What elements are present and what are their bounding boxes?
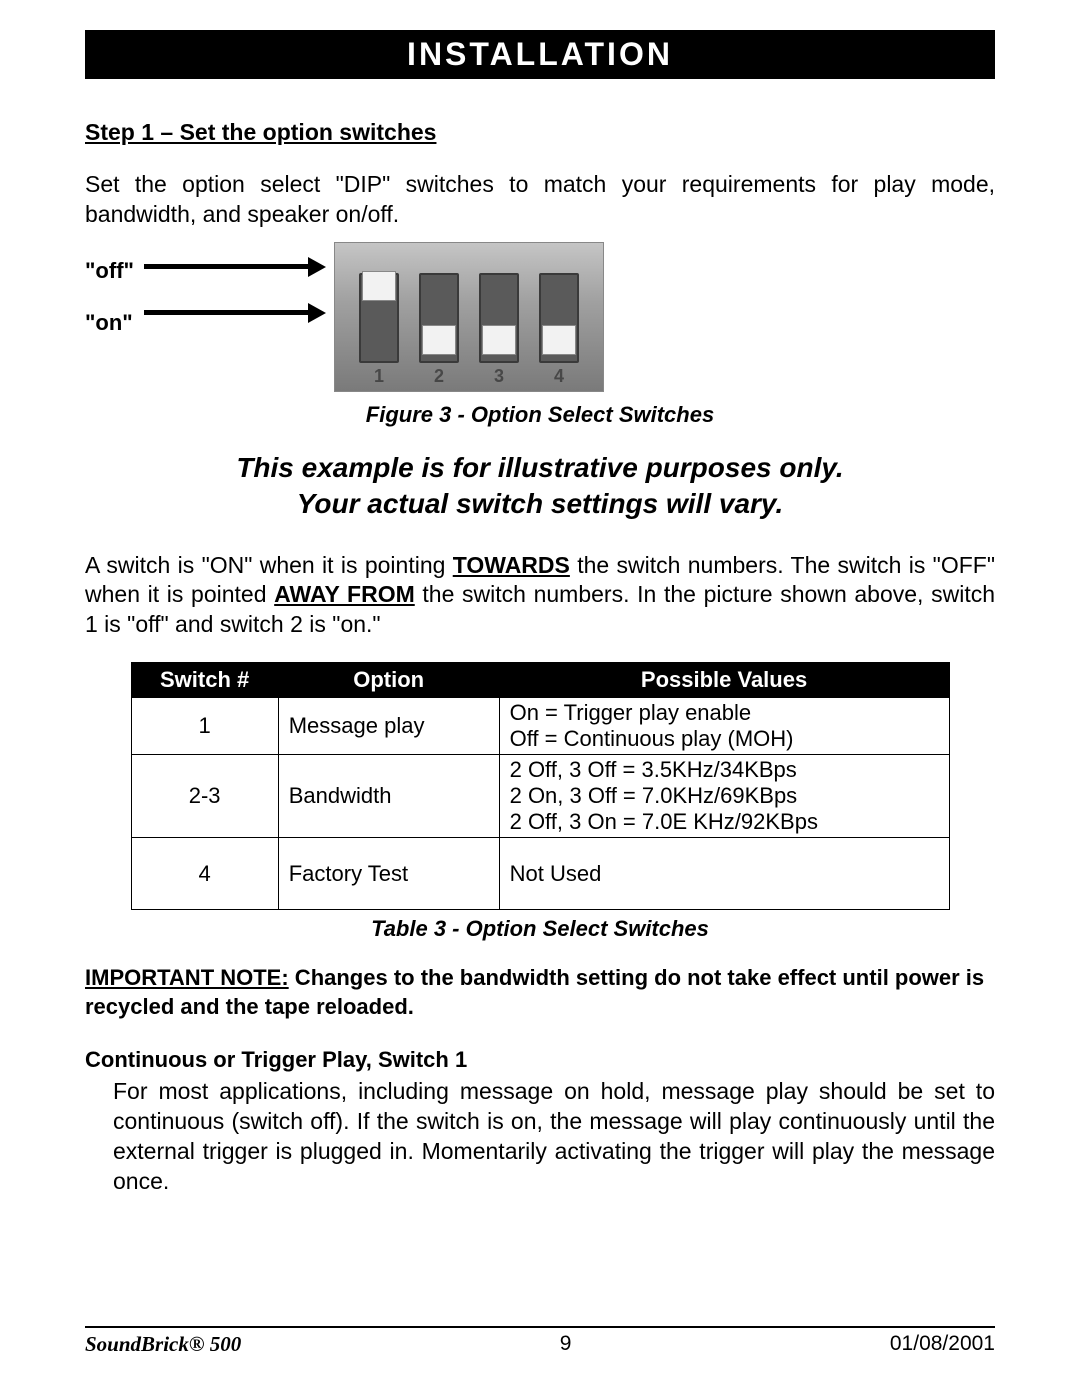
awayfrom-text: AWAY FROM: [274, 581, 415, 607]
label-off: "off": [85, 258, 134, 284]
section-banner: INSTALLATION: [85, 30, 995, 79]
footer-date: 01/08/2001: [890, 1332, 995, 1357]
continuous-heading: Continuous or Trigger Play, Switch 1: [85, 1047, 995, 1073]
table-row: 1 Message play On = Trigger play enable …: [131, 698, 949, 755]
switch-description: A switch is "ON" when it is pointing TOW…: [85, 551, 995, 641]
step1-heading: Step 1 – Set the option switches: [85, 119, 995, 146]
figure-block: "off" "on" 1 2 3 4: [85, 242, 995, 392]
table-row: 4 Factory Test Not Used: [131, 838, 949, 910]
footer-page-number: 9: [560, 1332, 572, 1357]
dip-number: 2: [434, 366, 444, 387]
th-values: Possible Values: [499, 663, 949, 698]
continuous-body: For most applications, including message…: [113, 1077, 995, 1197]
dip-switch-illustration: 1 2 3 4: [334, 242, 604, 392]
illustrative-line2: Your actual switch settings will vary.: [85, 486, 995, 522]
table-row: 2-3 Bandwidth 2 Off, 3 Off = 3.5KHz/34KB…: [131, 755, 949, 838]
label-on: "on": [85, 310, 134, 336]
table-caption: Table 3 - Option Select Switches: [85, 916, 995, 942]
dip-number: 4: [554, 366, 564, 387]
figure-caption: Figure 3 - Option Select Switches: [85, 402, 995, 428]
arrows: [144, 242, 324, 342]
illustrative-line1: This example is for illustrative purpose…: [85, 450, 995, 486]
th-option: Option: [278, 663, 499, 698]
page-footer: SoundBrick® 500 9 01/08/2001: [85, 1326, 995, 1357]
dip-number: 1: [374, 366, 384, 387]
illustrative-note: This example is for illustrative purpose…: [85, 450, 995, 523]
important-note: IMPORTANT NOTE: Changes to the bandwidth…: [85, 964, 995, 1021]
towards-text: TOWARDS: [453, 552, 570, 578]
footer-product: SoundBrick® 500: [85, 1332, 241, 1357]
switch-table: Switch # Option Possible Values 1 Messag…: [131, 662, 950, 910]
th-switchnum: Switch #: [131, 663, 278, 698]
dip-number: 3: [494, 366, 504, 387]
step1-intro: Set the option select "DIP" switches to …: [85, 170, 995, 230]
